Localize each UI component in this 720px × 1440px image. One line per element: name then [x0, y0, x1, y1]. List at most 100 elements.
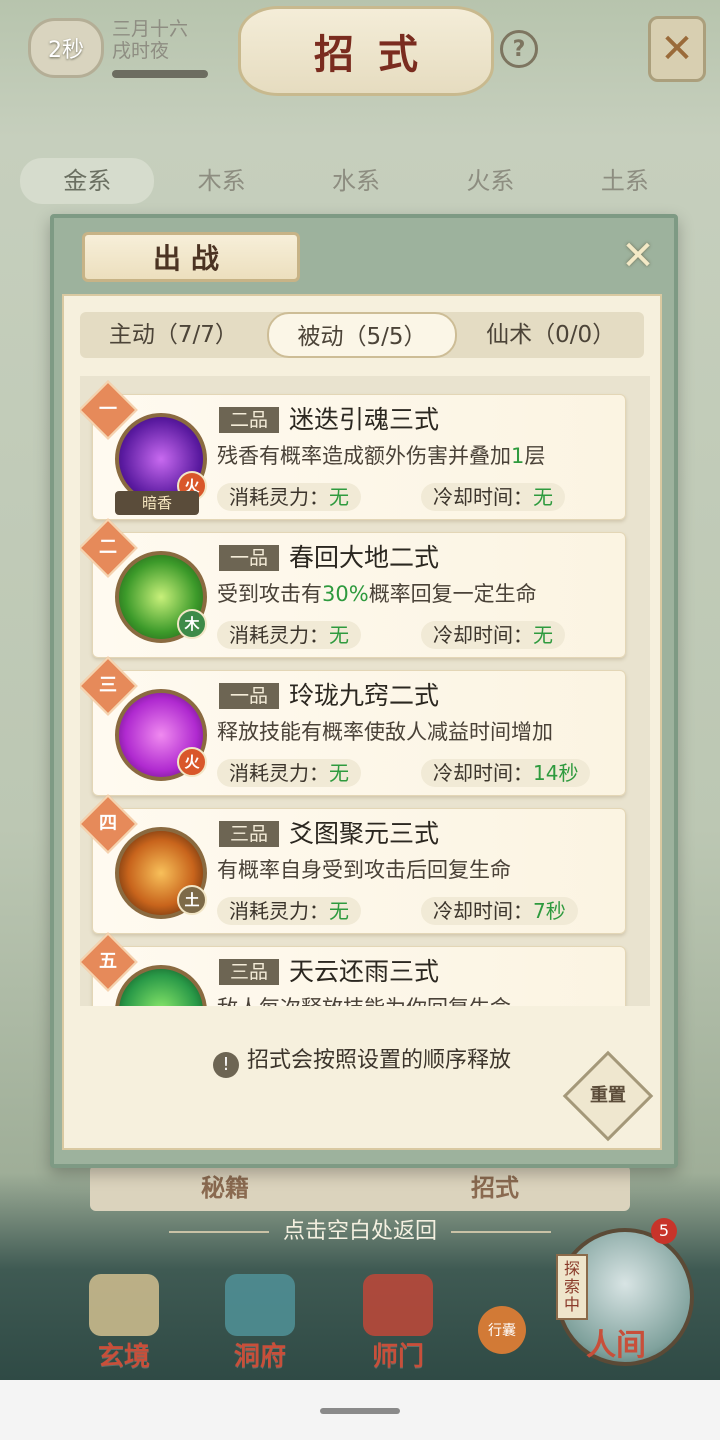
banner-icon — [363, 1274, 433, 1336]
element-badge-wood: 木 — [177, 609, 207, 639]
cost-label: 消耗灵力： — [229, 761, 329, 785]
timer-text: 2秒 — [48, 38, 84, 63]
cooldown: 冷却时间：无 — [421, 621, 565, 649]
spirit-cost: 消耗灵力：无 — [217, 621, 361, 649]
explore-label: 人间 — [586, 1328, 646, 1363]
nav-label-shimen: 师门 — [371, 1342, 424, 1372]
skill-list[interactable]: 一 火 暗香 二品 迷迭引魂三式 残香有概率造成额外伤害并叠加1层 消耗灵力：无… — [80, 376, 650, 1006]
desc-highlight: 1 — [511, 444, 525, 468]
pavilion-icon — [225, 1274, 295, 1336]
desc-highlight: 30% — [322, 582, 369, 606]
help-button[interactable]: ? — [500, 30, 538, 68]
tab-metal[interactable]: 金系 — [20, 158, 155, 204]
page-title-plaque: 招式 — [238, 6, 494, 96]
scroll-icon — [89, 1274, 159, 1336]
page-title: 招式 — [314, 31, 442, 78]
cost-label: 消耗灵力： — [229, 485, 329, 509]
close-page-button[interactable]: ✕ — [648, 16, 706, 82]
desc-text: 概率回复一定生命 — [368, 582, 537, 606]
tab-wood[interactable]: 木系 — [154, 158, 288, 204]
skill-card[interactable]: 一 火 暗香 二品 迷迭引魂三式 残香有概率造成额外伤害并叠加1层 消耗灵力：无… — [80, 380, 626, 520]
home-gesture-handle[interactable] — [320, 1408, 400, 1414]
timer-badge: 2秒 — [28, 18, 104, 78]
order-number: 四 — [99, 813, 117, 834]
battle-setup-modal: 出战 ✕ 主动（7/7） 被动（5/5） 仙术（0/0） 一 火 暗香 二品 迷… — [50, 214, 678, 1168]
time-progress-bar — [112, 70, 208, 78]
info-icon: ! — [212, 1052, 239, 1078]
tab-earth[interactable]: 土系 — [558, 158, 692, 204]
cooldown-value: 14秒 — [533, 761, 579, 785]
desc-text: 有概率自身受到攻击后回复生命 — [217, 858, 511, 882]
nav-item-shimen[interactable]: 师门 — [338, 1270, 458, 1372]
order-number: 二 — [99, 537, 117, 558]
skill-grade: 一品 — [219, 683, 279, 709]
skill-type-tabs: 主动（7/7） 被动（5/5） 仙术（0/0） — [80, 312, 644, 358]
background-sub-tabs: 秘籍 招式 — [90, 1165, 630, 1211]
cooldown-label: 冷却时间： — [433, 899, 533, 923]
skill-description: 有概率自身受到攻击后回复生命 — [217, 855, 511, 885]
skill-description: 残香有概率造成额外伤害并叠加1层 — [217, 441, 545, 471]
modal-body: 主动（7/7） 被动（5/5） 仙术（0/0） 一 火 暗香 二品 迷迭引魂三式… — [62, 294, 662, 1150]
order-number: 五 — [99, 951, 117, 972]
skill-description: 敌人每次释放技能为你回复生命 — [217, 993, 511, 1006]
system-nav-bar — [0, 1380, 720, 1440]
skill-icon[interactable] — [115, 965, 207, 1006]
tab-water[interactable]: 水系 — [289, 158, 423, 204]
cooldown-label: 冷却时间： — [433, 761, 533, 785]
desc-text: 受到攻击有 — [217, 582, 322, 606]
skill-description: 释放技能有概率使敌人减益时间增加 — [217, 717, 553, 747]
desc-text: 敌人每次释放技能为你回复生命 — [217, 996, 511, 1006]
nav-label-dongfu: 洞府 — [233, 1342, 286, 1372]
skill-card[interactable]: 三 火 一品 玲珑九窍二式 释放技能有概率使敌人减益时间增加 消耗灵力：无 冷却… — [80, 656, 626, 796]
tab-moves[interactable]: 招式 — [360, 1165, 630, 1211]
cost-value: 无 — [329, 761, 349, 785]
reset-label: 重置 — [590, 1085, 626, 1106]
desc-text: 层 — [524, 444, 546, 468]
tab-fire[interactable]: 火系 — [423, 158, 557, 204]
cooldown-label: 冷却时间： — [433, 485, 533, 509]
skill-card[interactable]: 二 木 一品 春回大地二式 受到攻击有30%概率回复一定生命 消耗灵力：无 冷却… — [80, 518, 626, 658]
skill-name: 爻图聚元三式 — [289, 819, 440, 848]
desc-text: 释放技能有概率使敌人减益时间增加 — [217, 720, 553, 744]
order-number: 一 — [99, 399, 117, 420]
exploring-tag: 探索中 — [556, 1254, 588, 1320]
desc-text: 残香有概率造成额外伤害并叠加 — [217, 444, 511, 468]
close-icon: ✕ — [660, 26, 694, 72]
tab-passive-skills[interactable]: 被动（5/5） — [266, 312, 458, 358]
skill-grade: 二品 — [219, 407, 279, 433]
modal-close-button[interactable]: ✕ — [614, 232, 662, 280]
skill-grade: 三品 — [219, 959, 279, 985]
skill-source-tag: 暗香 — [115, 491, 199, 515]
cost-value: 无 — [329, 485, 349, 509]
cooldown: 冷却时间：14秒 — [421, 759, 591, 787]
tab-immortal-arts[interactable]: 仙术（0/0） — [457, 312, 644, 358]
skill-name: 天云还雨三式 — [289, 957, 440, 986]
tab-manuals[interactable]: 秘籍 — [90, 1165, 360, 1211]
game-screen: 2秒 三月十六 戌时夜 招式 ? ✕ 金系 木系 水系 火系 土系 秘籍 招式 … — [0, 0, 720, 1380]
element-badge-fire: 火 — [177, 747, 207, 777]
cooldown-value: 7秒 — [533, 899, 566, 923]
cooldown: 冷却时间：无 — [421, 483, 565, 511]
skill-name: 玲珑九窍二式 — [289, 681, 440, 710]
skill-name: 春回大地二式 — [289, 543, 440, 572]
cooldown: 冷却时间：7秒 — [421, 897, 578, 925]
explore-count-badge: 5 — [651, 1218, 677, 1244]
bag-button[interactable]: 行囊 — [478, 1306, 526, 1354]
tab-active-skills[interactable]: 主动（7/7） — [80, 312, 267, 358]
date-line-2: 戌时夜 — [112, 40, 170, 62]
nav-item-xuanjing[interactable]: 玄境 — [64, 1270, 184, 1372]
nav-item-dongfu[interactable]: 洞府 — [200, 1270, 320, 1372]
skill-name: 迷迭引魂三式 — [289, 405, 440, 434]
skill-card[interactable]: 五 三品 天云还雨三式 敌人每次释放技能为你回复生命 — [80, 932, 626, 1006]
cost-label: 消耗灵力： — [229, 899, 329, 923]
order-number: 三 — [99, 675, 117, 696]
game-date: 三月十六 戌时夜 — [112, 18, 188, 62]
skill-grade: 三品 — [219, 821, 279, 847]
skill-grade: 一品 — [219, 545, 279, 571]
element-badge-earth: 土 — [177, 885, 207, 915]
close-icon: ✕ — [621, 233, 655, 279]
spirit-cost: 消耗灵力：无 — [217, 897, 361, 925]
skill-card[interactable]: 四 土 三品 爻图聚元三式 有概率自身受到攻击后回复生命 消耗灵力：无 冷却时间… — [80, 794, 626, 934]
date-line-1: 三月十六 — [112, 18, 189, 40]
cooldown-label: 冷却时间： — [433, 623, 533, 647]
